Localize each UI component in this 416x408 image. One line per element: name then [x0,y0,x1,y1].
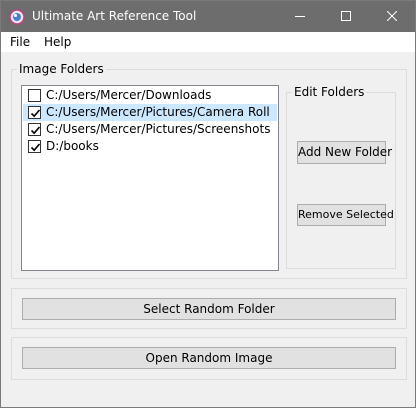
minimize-button[interactable] [277,1,323,32]
window-title: Ultimate Art Reference Tool [32,9,197,23]
list-item[interactable]: D:/books [23,138,277,155]
folder-checkbox[interactable] [28,123,41,136]
select-random-folder-button[interactable]: Select Random Folder [22,298,396,320]
add-folder-button[interactable]: Add New Folder [297,141,392,164]
folder-path: C:/Users/Mercer/Pictures/Screenshots [46,122,271,136]
close-icon [387,11,397,21]
remove-selected-button[interactable]: Remove Selected [297,204,394,226]
folder-checkbox[interactable] [28,106,41,119]
title-bar[interactable]: Ultimate Art Reference Tool [1,1,415,32]
list-item[interactable]: C:/Users/Mercer/Pictures/Screenshots [23,121,277,138]
menu-bar: File Help [1,32,415,52]
folder-path: D:/books [46,139,99,153]
edit-folders-label: Edit Folders [292,85,367,99]
app-icon [9,9,25,25]
checkmark-icon [30,126,41,135]
app-window: Ultimate Art Reference Tool File Help Im… [0,0,416,408]
list-item[interactable]: C:/Users/Mercer/Pictures/Camera Roll [23,104,277,121]
folder-checkbox[interactable] [28,140,41,153]
folder-checkbox[interactable] [28,89,41,102]
folder-path: C:/Users/Mercer/Pictures/Camera Roll [46,105,270,119]
open-random-image-button[interactable]: Open Random Image [22,347,396,369]
minimize-icon [295,16,305,17]
folder-path: C:/Users/Mercer/Downloads [46,88,212,102]
maximize-button[interactable] [323,1,369,32]
menu-file[interactable]: File [10,35,30,49]
maximize-icon [341,11,351,21]
menu-help[interactable]: Help [44,35,71,49]
edit-folders-group [286,92,396,269]
close-button[interactable] [369,1,415,32]
checkmark-icon [30,143,41,152]
folder-list[interactable]: C:/Users/Mercer/Downloads C:/Users/Merce… [21,85,279,271]
list-item[interactable]: C:/Users/Mercer/Downloads [23,87,277,104]
image-folders-label: Image Folders [17,62,106,76]
checkmark-icon [30,109,41,118]
